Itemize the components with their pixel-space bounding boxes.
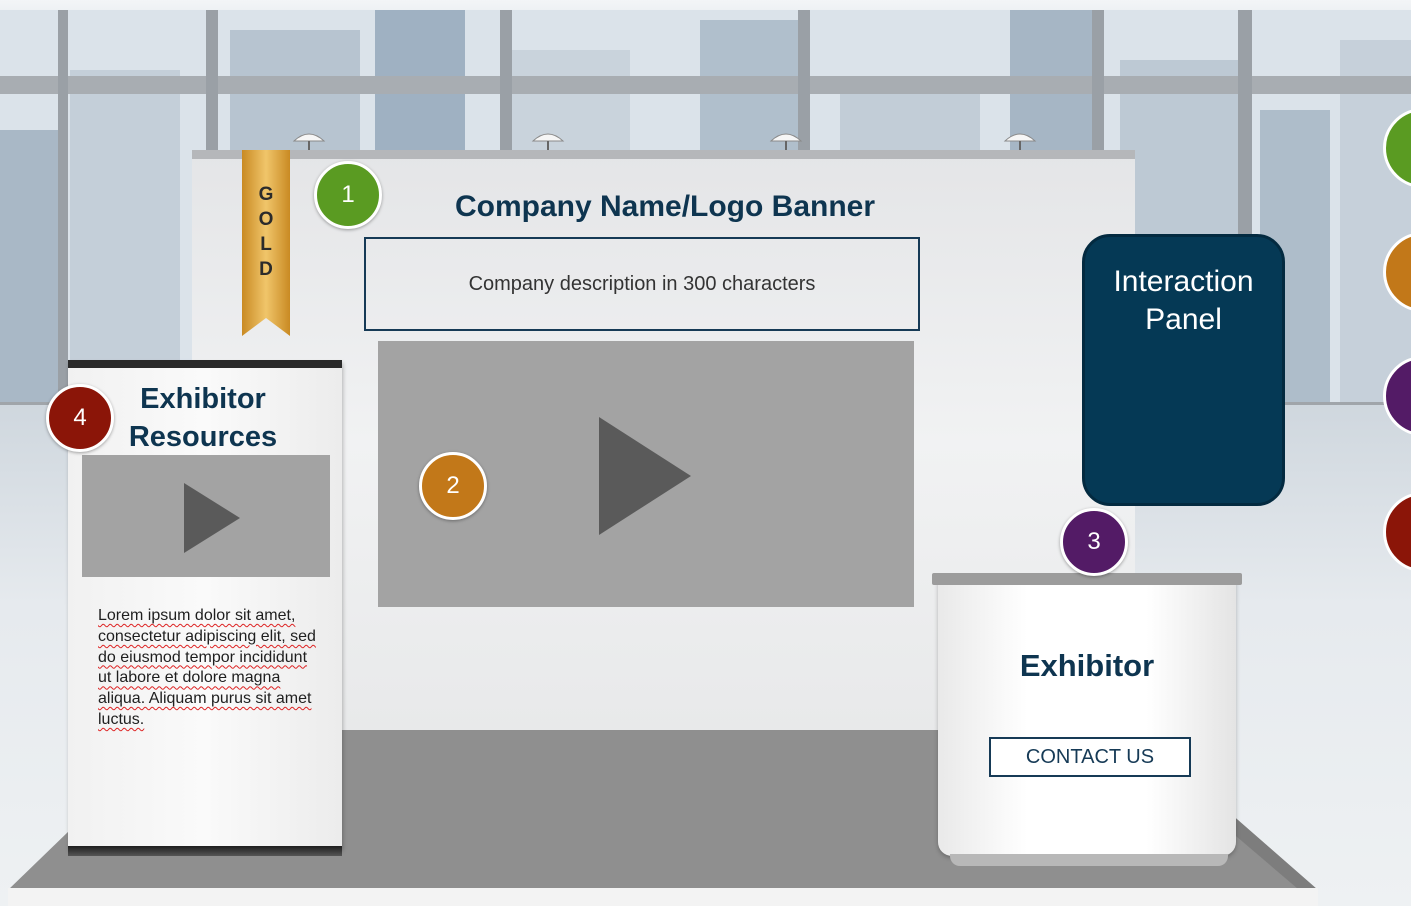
counter-title: Exhibitor xyxy=(1019,648,1155,683)
counter-foot xyxy=(950,854,1228,866)
panel-label-line: Panel xyxy=(1145,303,1222,336)
badge-label: 2 xyxy=(446,472,460,499)
window-mullion xyxy=(206,10,218,155)
booth-wall-header xyxy=(192,150,1135,159)
badge-label: 3 xyxy=(1087,528,1101,555)
resources-title-line: Resources xyxy=(128,421,278,453)
platform-edge xyxy=(8,888,1318,906)
exhibitor-counter xyxy=(938,578,1236,856)
company-banner-title[interactable]: Company Name/Logo Banner xyxy=(400,190,930,224)
tier-ribbon-text: G O L D xyxy=(242,182,290,282)
hotspot-badge-2[interactable]: 2 xyxy=(419,452,487,520)
ribbon-letter: O xyxy=(258,209,274,230)
resources-title-line: Exhibitor xyxy=(140,383,266,415)
ribbon-letter: G xyxy=(258,184,274,205)
badge-label: 1 xyxy=(341,181,355,208)
company-description: Company description in 300 characters xyxy=(364,237,920,331)
ribbon-letter: D xyxy=(259,259,273,280)
hotspot-badge-4[interactable]: 4 xyxy=(46,384,114,452)
stand-top-bar xyxy=(68,360,342,368)
badge-label: 4 xyxy=(73,404,87,431)
ribbon-letter: L xyxy=(260,234,272,255)
window-mullion xyxy=(1092,10,1104,155)
stand-base xyxy=(68,846,342,856)
window-mullion xyxy=(58,10,68,410)
hotspot-badge-1[interactable]: 1 xyxy=(314,161,382,229)
resources-description: Lorem ipsum dolor sit amet, consectetur … xyxy=(98,607,316,728)
window-mullion xyxy=(500,10,512,155)
hotspot-badge-3[interactable]: 3 xyxy=(1060,508,1128,576)
interaction-panel[interactable]: Interaction Panel xyxy=(1082,234,1285,506)
contact-us-button[interactable]: CONTACT US xyxy=(989,737,1191,777)
resources-title: Exhibitor Resources xyxy=(100,380,306,456)
play-icon[interactable] xyxy=(184,483,240,553)
play-icon[interactable] xyxy=(599,417,691,535)
panel-label-line: Interaction xyxy=(1113,265,1254,298)
